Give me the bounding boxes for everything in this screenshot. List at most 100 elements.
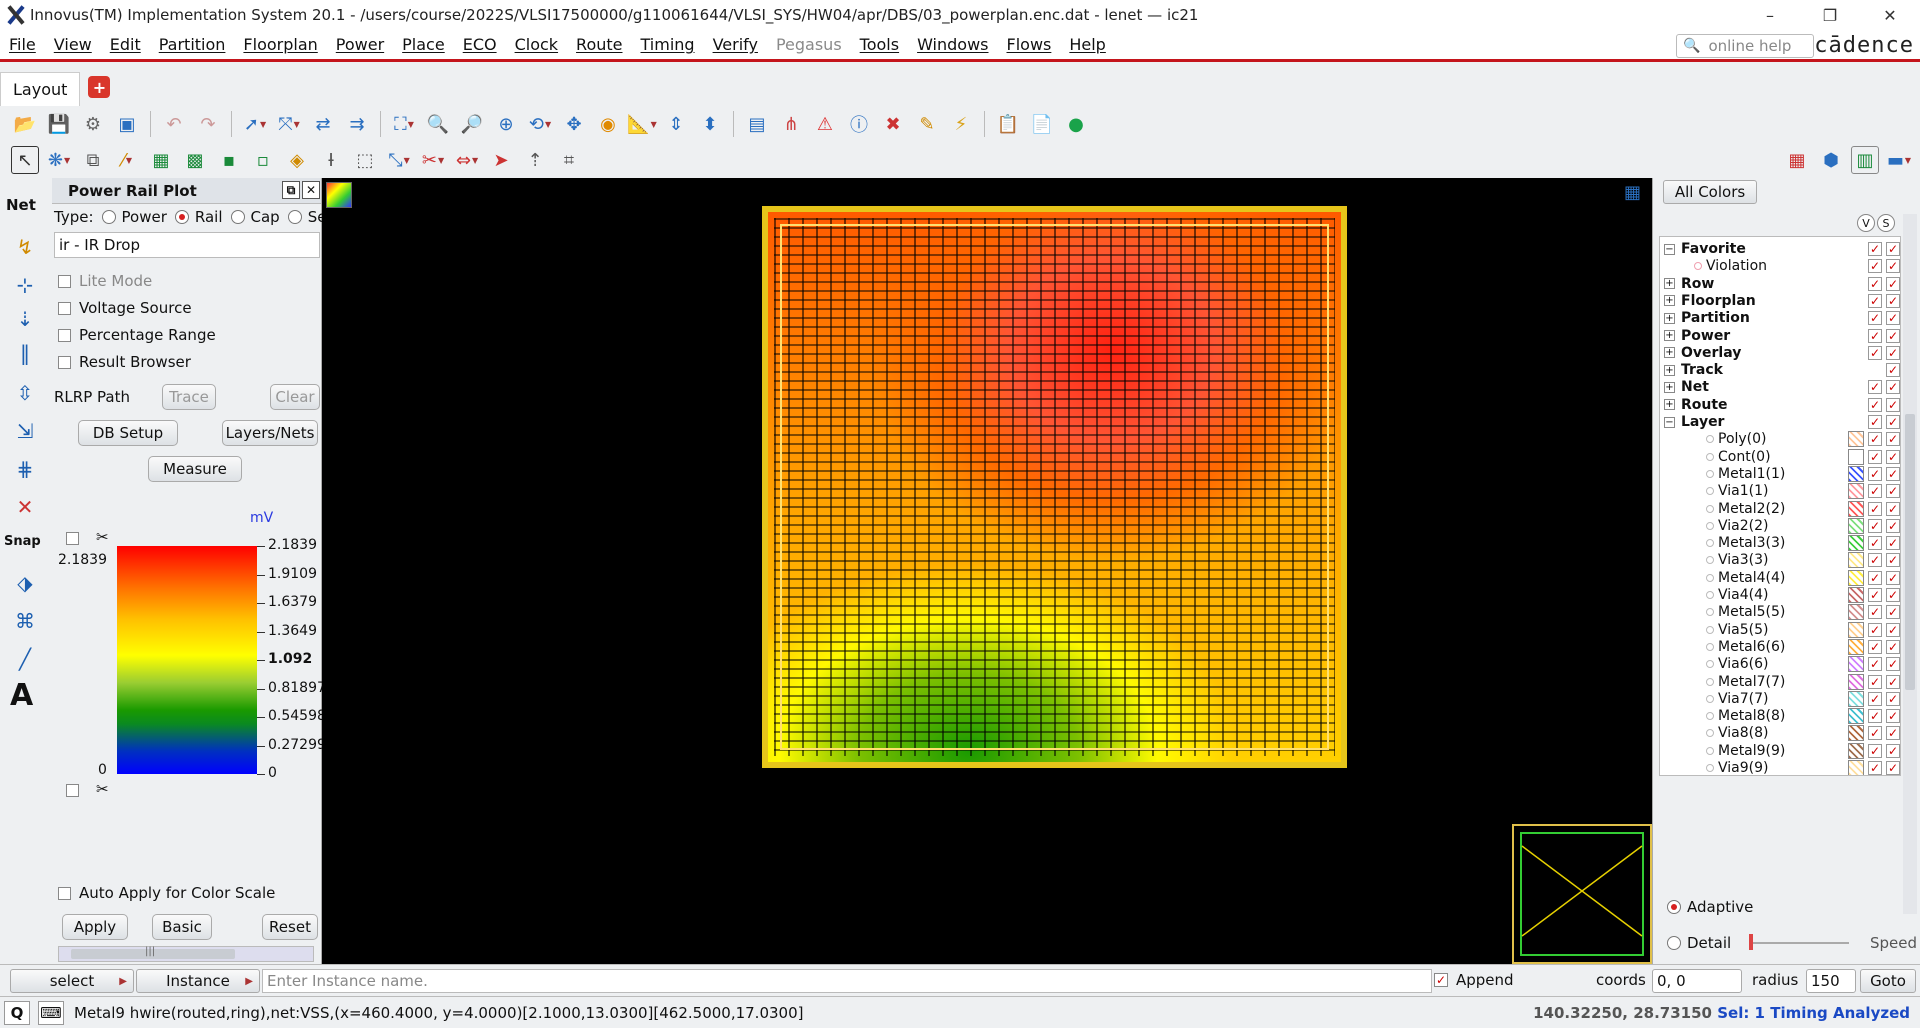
select-pointer-icon[interactable]: ↖ bbox=[11, 146, 39, 174]
measure-button[interactable]: Measure bbox=[148, 456, 242, 482]
visible-checkbox[interactable]: ✓ bbox=[1868, 415, 1882, 429]
close-window-button[interactable]: ✕ bbox=[1860, 0, 1920, 30]
online-help-search[interactable]: 🔍 online help bbox=[1676, 34, 1814, 58]
clear-highlight-icon[interactable]: ✖ bbox=[879, 110, 907, 138]
selectable-checkbox[interactable]: ✓ bbox=[1886, 501, 1900, 516]
select-dot-icon[interactable] bbox=[1694, 262, 1702, 271]
visible-checkbox[interactable]: ✓ bbox=[1868, 726, 1882, 741]
menu-flows[interactable]: Flows bbox=[998, 35, 1061, 54]
menu-tools[interactable]: Tools bbox=[851, 35, 908, 54]
add-tab-icon[interactable]: + bbox=[88, 76, 111, 98]
visible-checkbox[interactable]: ✓ bbox=[1868, 293, 1882, 308]
menu-partition[interactable]: Partition bbox=[150, 35, 235, 54]
menu-help[interactable]: Help bbox=[1060, 35, 1114, 54]
select-area-icon[interactable]: ⬚ bbox=[351, 146, 379, 174]
tab-layout[interactable]: Layout bbox=[0, 72, 81, 106]
add-wire-icon[interactable]: ⊹ bbox=[8, 270, 42, 300]
layer-color-swatch[interactable] bbox=[1848, 517, 1864, 534]
layer-color-swatch[interactable] bbox=[1848, 448, 1864, 465]
scissors-min-icon[interactable]: ✂ bbox=[96, 780, 109, 798]
menu-windows[interactable]: Windows bbox=[908, 35, 997, 54]
scrollbar-thumb[interactable] bbox=[1905, 414, 1915, 690]
visible-checkbox[interactable]: ✓ bbox=[1868, 553, 1882, 568]
gear-cell-icon[interactable]: ❋ bbox=[45, 146, 73, 174]
redraw-icon[interactable]: ◉ bbox=[594, 110, 622, 138]
selectable-checkbox[interactable]: ✓ bbox=[1886, 709, 1900, 724]
visible-checkbox[interactable]: ✓ bbox=[1868, 761, 1882, 775]
select-dot-icon[interactable] bbox=[1706, 764, 1714, 772]
menu-route[interactable]: Route bbox=[567, 35, 631, 54]
selectable-checkbox[interactable]: ✓ bbox=[1886, 449, 1900, 464]
expand-toggle-icon[interactable]: + bbox=[1664, 347, 1675, 359]
selectable-checkbox[interactable]: ✓ bbox=[1886, 345, 1900, 360]
tree-vertical-scrollbar[interactable] bbox=[1903, 214, 1917, 914]
select-dot-icon[interactable] bbox=[1706, 642, 1714, 651]
layer-color-swatch[interactable] bbox=[1848, 760, 1864, 775]
stretch-icon[interactable]: ⇔ bbox=[453, 146, 481, 174]
query-button[interactable]: Q bbox=[4, 1001, 30, 1025]
layer-color-swatch[interactable] bbox=[1848, 690, 1864, 707]
selectable-checkbox[interactable]: ✓ bbox=[1886, 293, 1900, 308]
layer-color-swatch[interactable] bbox=[1848, 535, 1864, 552]
clear-violation-icon[interactable]: ⚡ bbox=[947, 110, 975, 138]
selectable-checkbox[interactable]: ✓ bbox=[1886, 415, 1900, 429]
clipboard-icon[interactable]: 📋 bbox=[994, 110, 1022, 138]
visible-checkbox[interactable]: ✓ bbox=[1868, 691, 1882, 706]
delete-wire-icon[interactable]: ✕ bbox=[8, 492, 42, 522]
select-dot-icon[interactable] bbox=[1706, 504, 1714, 513]
hierarchy-icon[interactable]: ⬍ bbox=[696, 110, 724, 138]
align-tool-icon[interactable]: ⇉ bbox=[343, 110, 371, 138]
color-preference-icon[interactable]: ▬ bbox=[1885, 146, 1913, 174]
menu-timing[interactable]: Timing bbox=[632, 35, 704, 54]
expand-toggle-icon[interactable]: + bbox=[1664, 399, 1675, 411]
undo-icon[interactable]: ↶ bbox=[160, 110, 188, 138]
move-tool-icon[interactable]: ⤧ bbox=[275, 110, 303, 138]
detail-option[interactable]: Detail Speed bbox=[1659, 934, 1917, 952]
radius-input[interactable]: 150 bbox=[1806, 969, 1856, 993]
trace-button[interactable]: Trace bbox=[162, 384, 216, 410]
lite-mode-checkbox[interactable] bbox=[58, 274, 71, 288]
visible-checkbox[interactable]: ✓ bbox=[1868, 311, 1882, 326]
save-icon[interactable]: 💾 bbox=[45, 110, 73, 138]
visible-checkbox[interactable]: ✓ bbox=[1868, 259, 1882, 274]
menu-pegasus[interactable]: Pegasus bbox=[767, 35, 851, 54]
chart-icon[interactable]: ▦ bbox=[147, 146, 175, 174]
settings-gear-icon[interactable]: ⚙ bbox=[79, 110, 107, 138]
open-folder-icon[interactable]: 📂 bbox=[11, 110, 39, 138]
layer-color-swatch[interactable] bbox=[1848, 725, 1864, 742]
all-colors-button[interactable]: All Colors bbox=[1663, 180, 1757, 204]
visible-checkbox[interactable]: ✓ bbox=[1868, 536, 1882, 551]
zoom-previous-icon[interactable]: ⟲ bbox=[526, 110, 554, 138]
text-tool-icon[interactable]: A bbox=[10, 678, 33, 713]
restore-button[interactable]: ❐ bbox=[1800, 0, 1860, 30]
place-macro-icon[interactable]: ▫ bbox=[249, 146, 277, 174]
layer-tree-item[interactable]: Via9(9) ✓ ✓ bbox=[1660, 758, 1900, 775]
select-dot-icon[interactable] bbox=[1706, 539, 1714, 548]
select-dot-icon[interactable] bbox=[1706, 694, 1714, 703]
expand-toggle-icon[interactable]: + bbox=[1664, 278, 1675, 290]
split-wire-icon[interactable]: ⇳ bbox=[8, 378, 42, 408]
select-dot-icon[interactable] bbox=[1706, 746, 1714, 755]
type-power-radio[interactable] bbox=[101, 210, 116, 224]
visible-toggle-button[interactable]: V bbox=[1857, 214, 1875, 232]
add-via-icon[interactable]: ⇣ bbox=[8, 304, 42, 334]
key-bindings-icon[interactable]: ⌨ bbox=[38, 1001, 64, 1025]
snap-label[interactable]: Snap bbox=[4, 534, 41, 549]
selectable-checkbox[interactable]: ✓ bbox=[1886, 674, 1900, 689]
layout-canvas[interactable]: ▦ bbox=[322, 178, 1652, 964]
snap-align-icon[interactable]: ⌘ bbox=[8, 606, 42, 636]
menu-verify[interactable]: Verify bbox=[704, 35, 767, 54]
selectable-checkbox[interactable]: ✓ bbox=[1886, 380, 1900, 395]
cross-wire-icon[interactable]: ⋕ bbox=[8, 454, 42, 484]
adaptive-option[interactable]: Adaptive bbox=[1659, 898, 1753, 916]
snap-grid-icon[interactable]: ⬗ bbox=[8, 568, 42, 598]
selectable-checkbox[interactable]: ✓ bbox=[1886, 657, 1900, 672]
layout-options-icon[interactable]: ▦ bbox=[1624, 182, 1646, 204]
basic-button[interactable]: Basic bbox=[152, 914, 212, 940]
selectable-checkbox[interactable]: ✓ bbox=[1886, 553, 1900, 568]
selectable-checkbox[interactable]: ✓ bbox=[1886, 276, 1900, 291]
append-checkbox[interactable]: ✓ bbox=[1434, 973, 1448, 987]
layout-view-icon[interactable]: ▤ bbox=[743, 110, 771, 138]
layout-grid-icon[interactable]: ▦ bbox=[1783, 146, 1811, 174]
place-block-icon[interactable]: ▪ bbox=[215, 146, 243, 174]
